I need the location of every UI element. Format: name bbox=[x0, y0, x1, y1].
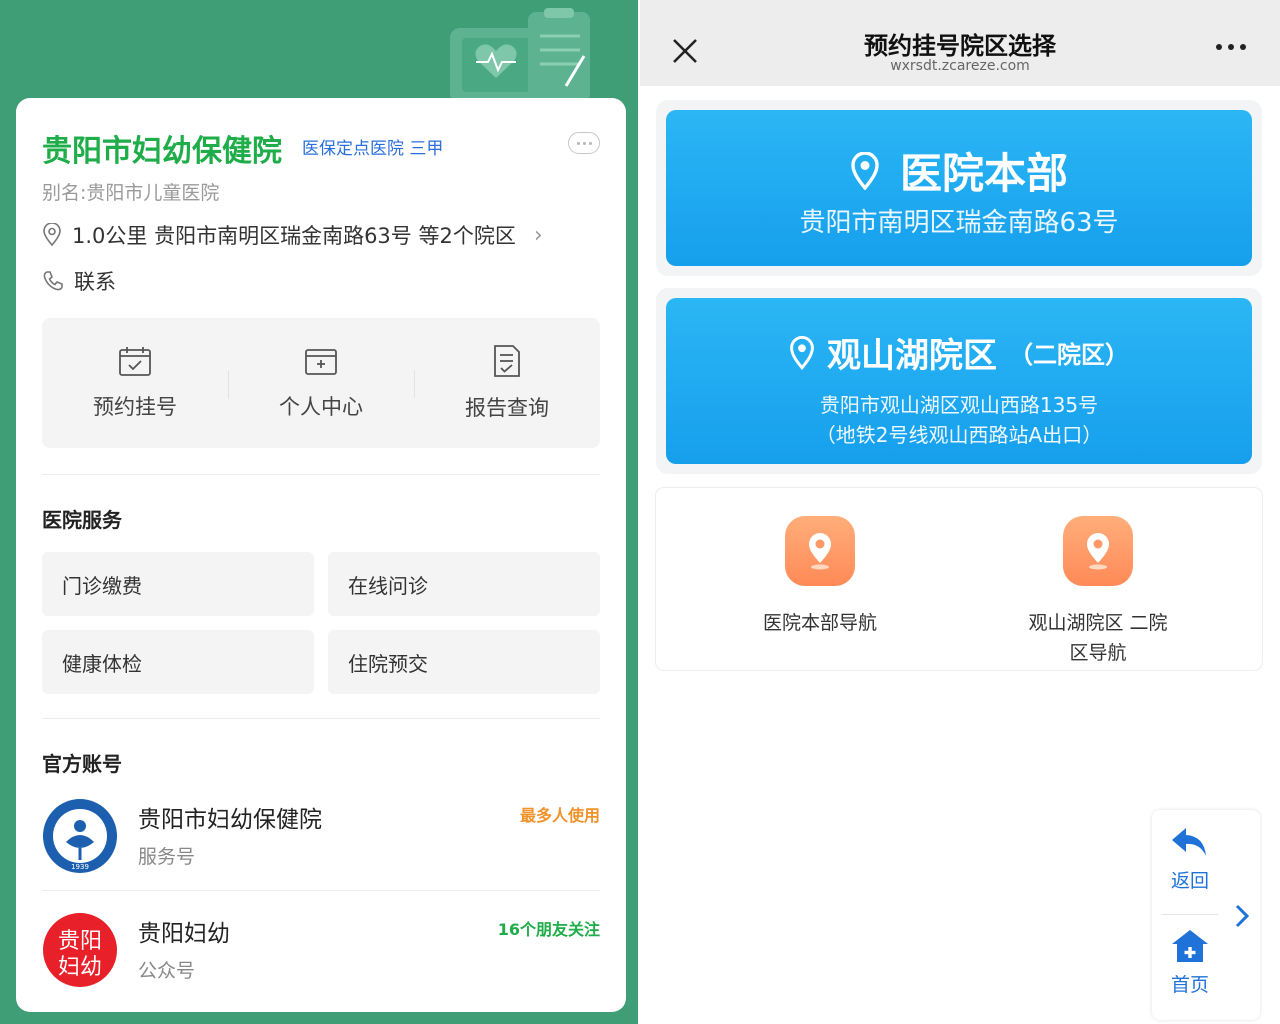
nav-main-campus[interactable]: 医院本部导航 bbox=[710, 516, 930, 638]
campus-selection-panel: 预约挂号院区选择 wxrsdt.zcareze.com 医院本部 贵阳市南明区瑞… bbox=[640, 0, 1280, 1024]
account-type: 公众号 bbox=[138, 960, 196, 982]
campus-second-address: 贵阳市观山湖区观山西路135号 （地铁2号线观山西路站A出口） bbox=[666, 390, 1252, 450]
chevron-right-icon: › bbox=[533, 222, 543, 248]
quick-action-label: 个人中心 bbox=[279, 395, 363, 419]
home-plus-icon bbox=[1172, 930, 1208, 962]
hospital-profile-panel: 贵阳市妇幼保健院 医保定点医院 三甲 别名:贵阳市儿童医院 1.0公里 贵阳市南… bbox=[0, 0, 638, 1024]
divider bbox=[42, 474, 600, 475]
campus-second-card[interactable]: 观山湖院区 （二院区） 贵阳市观山湖区观山西路135号 （地铁2号线观山西路站A… bbox=[656, 288, 1262, 474]
account-name: 贵阳妇幼 bbox=[138, 921, 230, 947]
location-pin-icon bbox=[43, 223, 61, 247]
more-menu-icon[interactable] bbox=[1216, 44, 1246, 50]
quick-action-label: 报告查询 bbox=[465, 396, 549, 420]
campus-main-address: 贵阳市南明区瑞金南路63号 bbox=[799, 208, 1119, 238]
location-pin-icon bbox=[790, 335, 814, 370]
phone-icon bbox=[43, 271, 63, 291]
account-name: 贵阳市妇幼保健院 bbox=[138, 807, 322, 833]
divider bbox=[42, 718, 600, 719]
address-row[interactable]: 1.0公里 贵阳市南明区瑞金南路63号 等2个院区 › bbox=[42, 220, 602, 250]
back-arrow-icon bbox=[1172, 828, 1206, 856]
hospital-emblem-logo: 1939 bbox=[43, 799, 117, 873]
service-outpatient-payment[interactable]: 门诊缴费 bbox=[42, 552, 314, 616]
official-account-public[interactable]: 贵阳 妇幼 贵阳妇幼 公众号 16个朋友关注 bbox=[42, 902, 600, 1002]
page-url: wxrsdt.zcareze.com bbox=[890, 58, 1030, 74]
back-label: 返回 bbox=[1170, 870, 1209, 892]
address-text: 1.0公里 贵阳市南明区瑞金南路63号 等2个院区 bbox=[72, 224, 516, 248]
nav-main-campus-label: 医院本部导航 bbox=[762, 612, 877, 634]
official-account-service[interactable]: 1939 贵阳市妇幼保健院 服务号 最多人使用 bbox=[42, 788, 600, 888]
back-button[interactable]: 返回 bbox=[1152, 824, 1228, 893]
service-inpatient-prepayment[interactable]: 住院预交 bbox=[328, 630, 600, 694]
nav-second-campus[interactable]: 观山湖院区 二院区导航 bbox=[988, 516, 1208, 668]
wallet-card-icon bbox=[305, 349, 337, 375]
account-tag: 16个朋友关注 bbox=[497, 920, 600, 939]
quick-action-personal-center[interactable]: 个人中心 bbox=[228, 345, 414, 421]
quick-action-report-query[interactable]: 报告查询 bbox=[414, 344, 600, 422]
medical-chart-decoration-icon bbox=[450, 8, 590, 101]
location-pin-icon bbox=[851, 151, 879, 190]
campus-second-button[interactable]: 观山湖院区 （二院区） 贵阳市观山湖区观山西路135号 （地铁2号线观山西路站A… bbox=[666, 298, 1252, 464]
service-online-consultation[interactable]: 在线问诊 bbox=[328, 552, 600, 616]
more-options-icon[interactable] bbox=[568, 132, 600, 154]
hospital-name: 贵阳市妇幼保健院 bbox=[42, 134, 282, 169]
divider bbox=[1162, 914, 1218, 915]
hospital-card: 贵阳市妇幼保健院 医保定点医院 三甲 别名:贵阳市儿童医院 1.0公里 贵阳市南… bbox=[16, 98, 626, 1012]
campus-second-name: 观山湖院区 bbox=[827, 336, 997, 376]
page-title: 预约挂号院区选择 bbox=[864, 32, 1056, 60]
home-label: 首页 bbox=[1170, 974, 1209, 996]
contact-label: 联系 bbox=[74, 270, 116, 294]
floating-action-panel: 返回 首页 bbox=[1152, 810, 1260, 1020]
chevron-right-icon[interactable] bbox=[1232, 902, 1252, 930]
account-type: 服务号 bbox=[138, 846, 196, 868]
service-health-checkup[interactable]: 健康体检 bbox=[42, 630, 314, 694]
campus-main-name: 医院本部 bbox=[899, 149, 1068, 198]
contact-row[interactable]: 联系 bbox=[42, 266, 116, 296]
calendar-check-icon bbox=[119, 347, 151, 376]
guiyang-fuyou-logo: 贵阳 妇幼 bbox=[43, 913, 117, 987]
quick-action-label: 预约挂号 bbox=[93, 395, 177, 419]
hospital-alias: 别名:贵阳市儿童医院 bbox=[42, 182, 220, 204]
campus-second-address-line2: （地铁2号线观山西路站A出口） bbox=[815, 423, 1103, 447]
campus-second-sub: （二院区） bbox=[1009, 341, 1129, 369]
official-accounts-title: 官方账号 bbox=[42, 752, 122, 776]
home-button[interactable]: 首页 bbox=[1152, 928, 1228, 997]
logo-year: 1939 bbox=[71, 863, 89, 871]
campus-main-title: 医院本部 bbox=[666, 140, 1252, 201]
top-navigation-bar: 预约挂号院区选择 wxrsdt.zcareze.com bbox=[640, 0, 1280, 86]
logo-text-line2: 妇幼 bbox=[58, 955, 102, 980]
screenshot-root: 贵阳市妇幼保健院 医保定点医院 三甲 别名:贵阳市儿童医院 1.0公里 贵阳市南… bbox=[0, 0, 1280, 1024]
location-pin-icon bbox=[785, 516, 855, 586]
campus-main-button[interactable]: 医院本部 贵阳市南明区瑞金南路63号 bbox=[666, 110, 1252, 266]
services-section-title: 医院服务 bbox=[42, 508, 122, 532]
document-report-icon bbox=[494, 345, 520, 377]
quick-action-appointment[interactable]: 预约挂号 bbox=[42, 345, 228, 421]
location-pin-icon bbox=[1063, 516, 1133, 586]
campus-second-title: 观山湖院区 （二院区） bbox=[666, 328, 1252, 377]
logo-text-line1: 贵阳 bbox=[58, 929, 102, 954]
navigation-card: 医院本部导航 观山湖院区 二院区导航 bbox=[656, 488, 1262, 670]
hospital-tags: 医保定点医院 三甲 bbox=[302, 139, 444, 159]
campus-main-card[interactable]: 医院本部 贵阳市南明区瑞金南路63号 bbox=[656, 100, 1262, 276]
quick-actions: 预约挂号 个人中心 报告查询 bbox=[42, 318, 600, 448]
divider bbox=[42, 890, 600, 891]
account-tag: 最多人使用 bbox=[519, 806, 600, 825]
campus-second-address-line1: 贵阳市观山湖区观山西路135号 bbox=[819, 393, 1099, 417]
nav-second-campus-label: 观山湖院区 二院区导航 bbox=[1028, 612, 1168, 664]
